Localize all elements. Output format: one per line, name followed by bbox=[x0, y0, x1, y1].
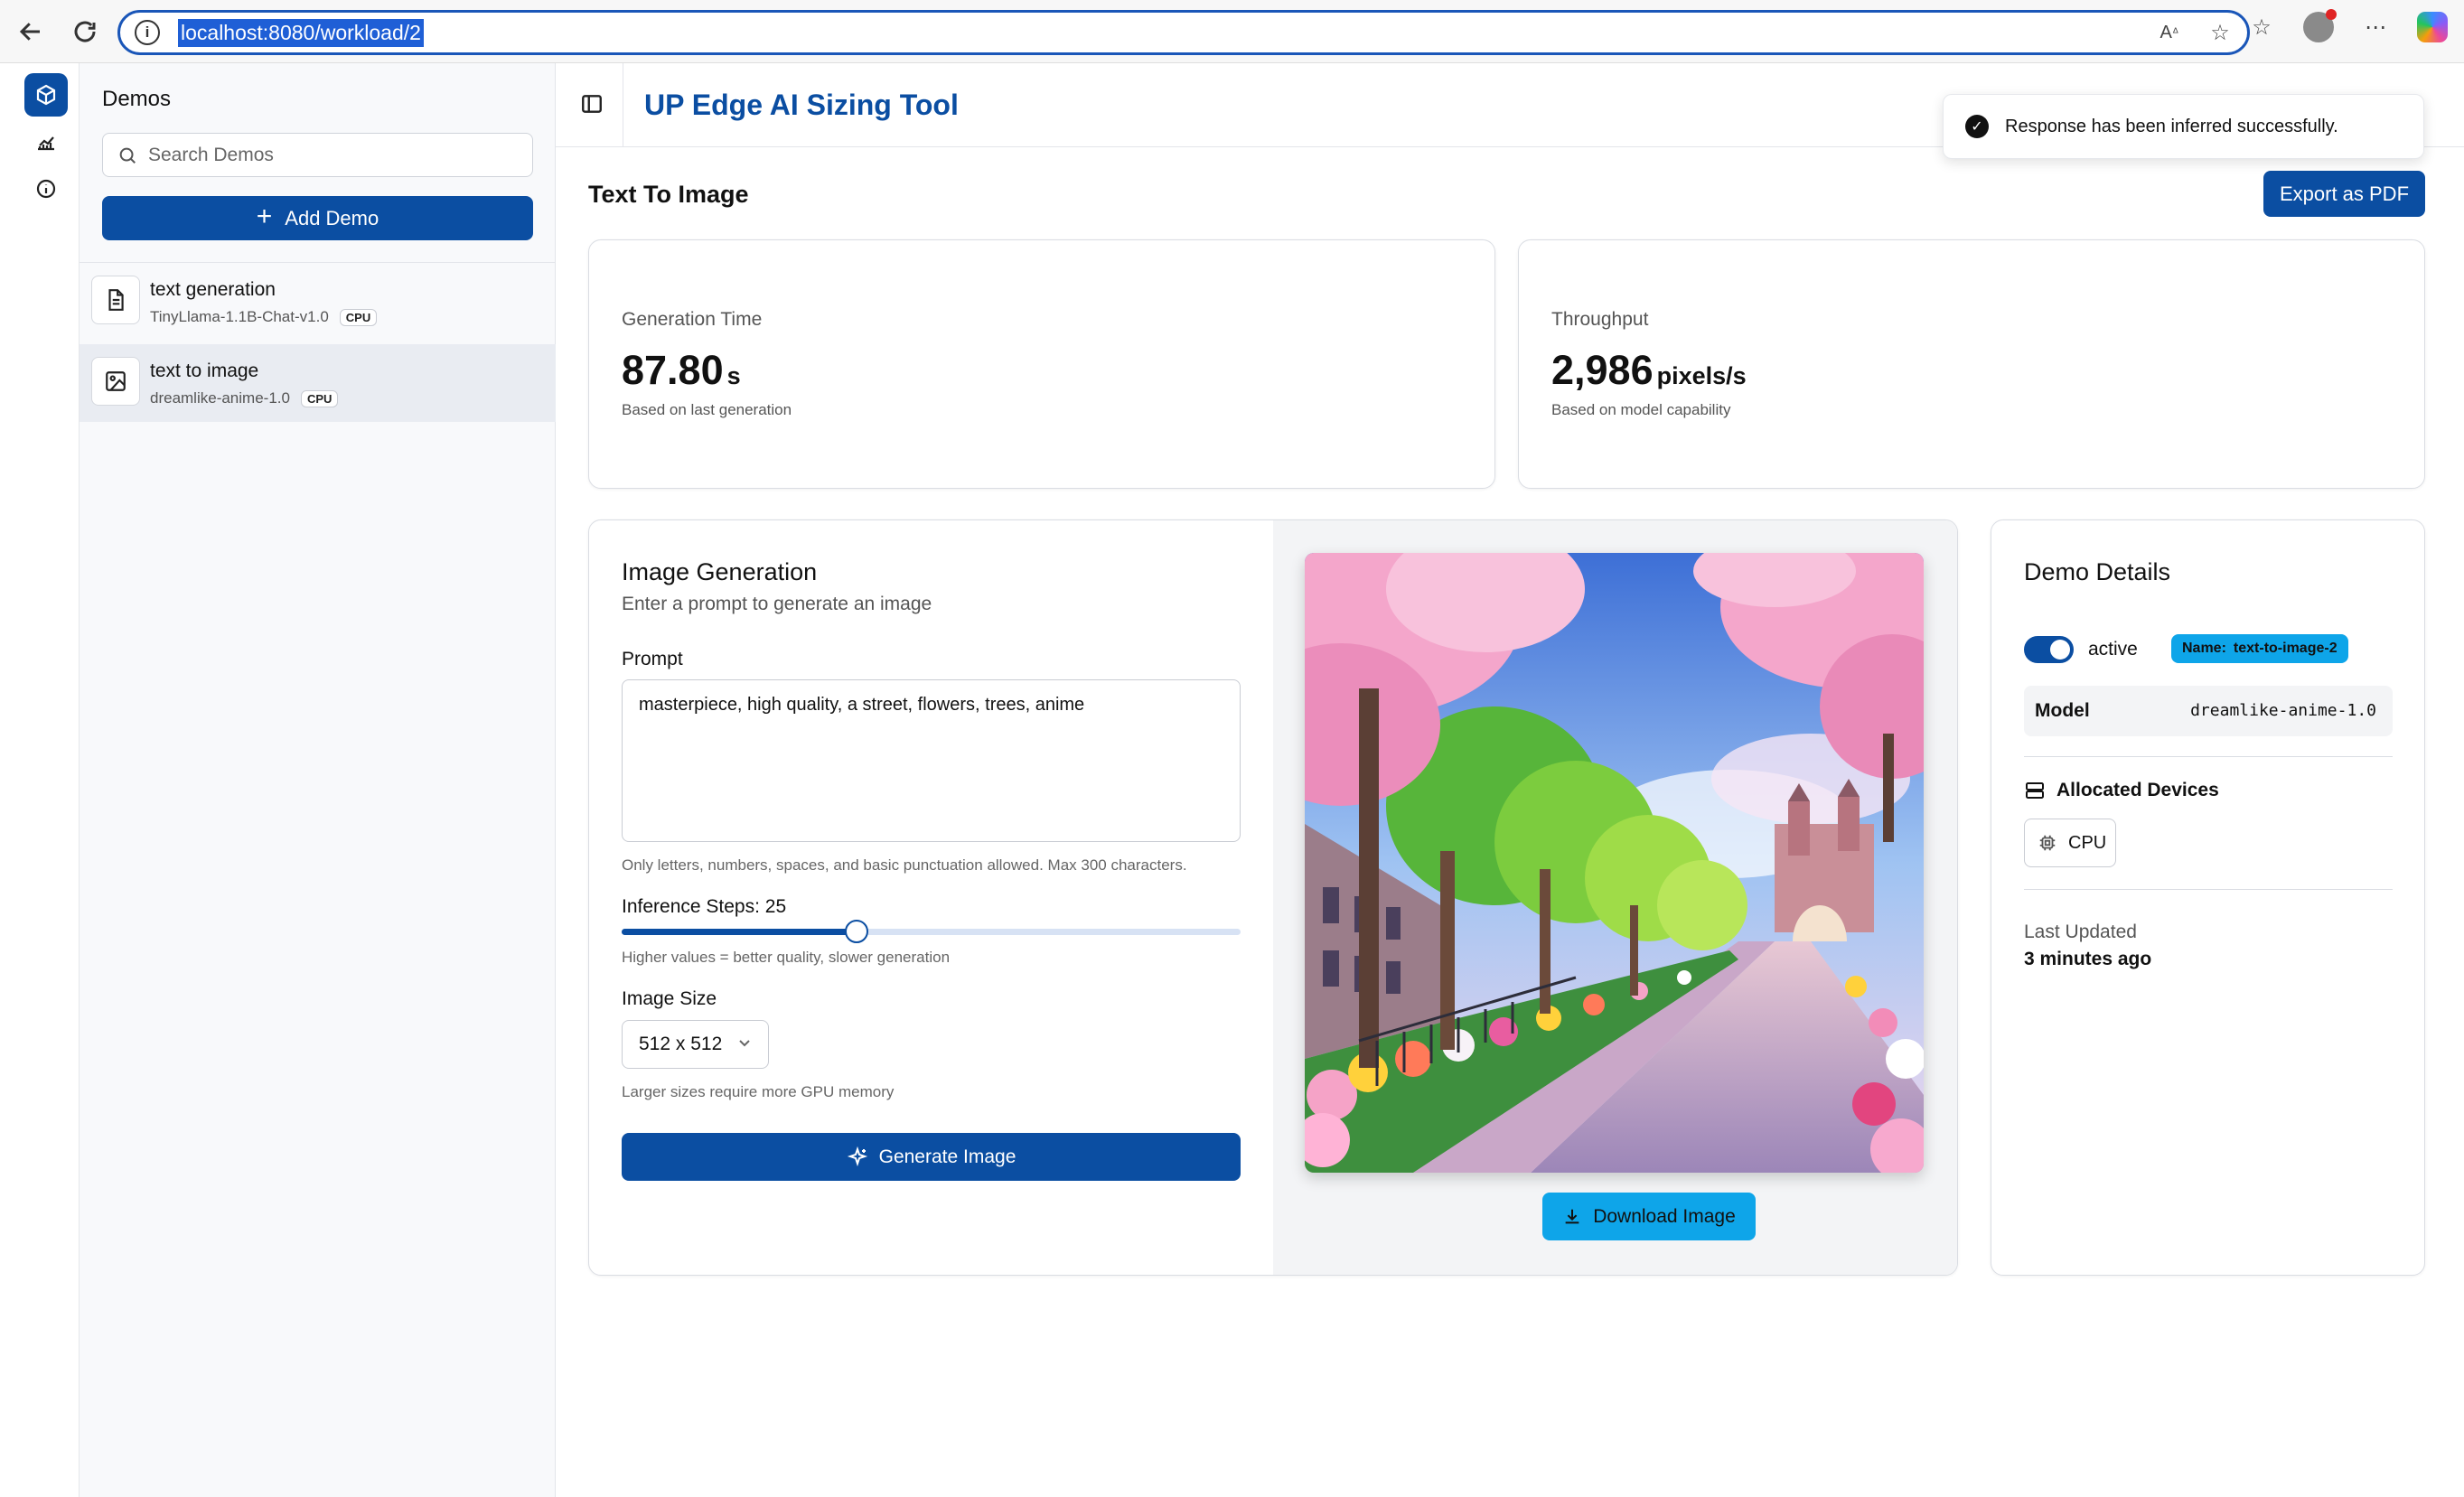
rail-analytics-button[interactable] bbox=[24, 120, 68, 164]
status-text: active bbox=[2088, 639, 2138, 660]
main-content: UP Edge AI Sizing Tool ✓ Response has be… bbox=[556, 63, 2464, 1497]
success-toast: ✓ Response has been inferred successfull… bbox=[1943, 94, 2424, 159]
prompt-textarea[interactable]: masterpiece, high quality, a street, flo… bbox=[622, 679, 1241, 842]
name-value: text-to-image-2 bbox=[2233, 641, 2338, 656]
demo-item-text-to-image[interactable]: text to image dreamlike-anime-1.0 CPU bbox=[80, 344, 556, 422]
download-label: Download Image bbox=[1593, 1205, 1736, 1227]
active-toggle[interactable] bbox=[2024, 636, 2074, 663]
device-badge: CPU bbox=[339, 308, 378, 326]
device-badge: CPU bbox=[300, 389, 339, 407]
chart-line-icon bbox=[38, 136, 54, 151]
generated-image bbox=[1305, 553, 1924, 1173]
metric-label: Generation Time bbox=[622, 309, 763, 330]
image-generation-card: Image Generation Enter a prompt to gener… bbox=[588, 519, 1958, 1276]
demo-name: text to image bbox=[150, 360, 259, 381]
divider bbox=[2024, 756, 2393, 757]
copilot-icon[interactable] bbox=[2417, 12, 2448, 42]
cpu-icon bbox=[2039, 835, 2056, 851]
add-demo-label: Add Demo bbox=[285, 206, 379, 229]
model-row: Model dreamlike-anime-1.0 bbox=[2024, 686, 2393, 736]
add-demo-button[interactable]: + Add Demo bbox=[102, 196, 533, 240]
prompt-label: Prompt bbox=[622, 649, 683, 669]
page-title: Text To Image bbox=[588, 181, 749, 208]
steps-slider[interactable] bbox=[622, 920, 1241, 943]
rail-info-button[interactable] bbox=[24, 167, 68, 211]
section-title: Demo Details bbox=[2024, 558, 2171, 585]
back-icon[interactable] bbox=[7, 8, 54, 55]
steps-hint: Higher values = better quality, slower g… bbox=[622, 949, 951, 966]
generate-image-button[interactable]: Generate Image bbox=[622, 1133, 1241, 1181]
last-updated-value: 3 minutes ago bbox=[2024, 949, 2152, 969]
name-key: Name: bbox=[2182, 641, 2226, 656]
toast-message: Response has been inferred successfully. bbox=[2005, 116, 2338, 136]
favorite-star-icon[interactable]: ☆ bbox=[2206, 18, 2234, 47]
site-info-icon[interactable]: i bbox=[135, 20, 160, 45]
profile-avatar[interactable] bbox=[2303, 9, 2337, 42]
download-icon bbox=[1565, 1209, 1579, 1223]
slider-thumb[interactable] bbox=[845, 920, 869, 943]
throughput-card: Throughput 2,986 pixels/s Based on model … bbox=[1518, 239, 2425, 489]
more-menu-icon[interactable]: ⋯ bbox=[2361, 13, 2390, 42]
check-circle-icon: ✓ bbox=[1965, 115, 1989, 138]
image-size-select[interactable]: 512 x 512 bbox=[622, 1020, 769, 1069]
plus-icon: + bbox=[256, 201, 273, 231]
divider bbox=[2024, 889, 2393, 890]
demo-model: TinyLlama-1.1B-Chat-v1.0 bbox=[150, 308, 329, 325]
rail-demos-button[interactable] bbox=[24, 73, 68, 117]
app-title: UP Edge AI Sizing Tool bbox=[644, 89, 959, 121]
icon-rail bbox=[0, 63, 80, 1497]
model-value: dreamlike-anime-1.0 bbox=[2190, 701, 2376, 720]
metric-value: 87.80 s bbox=[622, 347, 741, 393]
device-chip-cpu: CPU bbox=[2024, 819, 2116, 867]
file-text-icon bbox=[91, 276, 140, 324]
steps-label: Inference Steps: 25 bbox=[622, 896, 787, 917]
reload-icon[interactable] bbox=[61, 8, 108, 55]
section-title: Image Generation bbox=[622, 558, 818, 585]
last-updated-label: Last Updated bbox=[2024, 922, 2137, 942]
read-aloud-icon[interactable]: Aᐞ bbox=[2155, 18, 2184, 47]
allocated-devices-label: Allocated Devices bbox=[2056, 780, 2219, 800]
chevron-down-icon bbox=[737, 1034, 752, 1048]
cube-icon bbox=[36, 84, 56, 106]
model-label: Model bbox=[2035, 700, 2090, 721]
search-box[interactable] bbox=[102, 133, 533, 177]
size-value: 512 x 512 bbox=[639, 1034, 723, 1054]
generate-label: Generate Image bbox=[878, 1146, 1017, 1167]
demo-model: dreamlike-anime-1.0 bbox=[150, 389, 290, 407]
size-hint: Larger sizes require more GPU memory bbox=[622, 1083, 895, 1100]
search-input[interactable] bbox=[148, 144, 510, 166]
slider-fill bbox=[622, 929, 857, 935]
demo-name: text generation bbox=[150, 279, 276, 300]
device-name: CPU bbox=[2068, 832, 2107, 853]
address-bar[interactable]: i localhost:8080/workload/2 Aᐞ ☆ bbox=[117, 10, 2250, 55]
browser-toolbar: i localhost:8080/workload/2 Aᐞ ☆ ☆ ⋯ bbox=[0, 0, 2464, 63]
sidebar-toggle-icon[interactable] bbox=[580, 92, 605, 117]
metric-value: 2,986 pixels/s bbox=[1551, 347, 1747, 393]
url-text[interactable]: localhost:8080/workload/2 bbox=[178, 18, 424, 47]
allocated-devices-heading: Allocated Devices bbox=[2024, 780, 2219, 801]
section-subtitle: Enter a prompt to generate an image bbox=[622, 594, 932, 614]
name-badge: Name: text-to-image-2 bbox=[2171, 634, 2348, 663]
metric-label: Throughput bbox=[1551, 309, 1649, 330]
metric-note: Based on model capability bbox=[1551, 401, 1731, 418]
favorites-icon[interactable]: ☆ bbox=[2247, 13, 2276, 42]
export-pdf-button[interactable]: Export as PDF bbox=[2263, 171, 2425, 217]
sparkles-icon bbox=[847, 1146, 867, 1166]
demos-title: Demos bbox=[102, 87, 172, 111]
demos-sidebar: Demos + Add Demo text generation TinyLla… bbox=[80, 63, 556, 1497]
demo-details-card: Demo Details active Name: text-to-image-… bbox=[1991, 519, 2425, 1276]
metric-note: Based on last generation bbox=[622, 401, 792, 418]
search-icon bbox=[119, 147, 136, 164]
info-icon bbox=[36, 179, 56, 199]
demo-item-text-generation[interactable]: text generation TinyLlama-1.1B-Chat-v1.0… bbox=[80, 263, 556, 341]
generation-time-card: Generation Time 87.80 s Based on last gen… bbox=[588, 239, 1495, 489]
prompt-hint: Only letters, numbers, spaces, and basic… bbox=[622, 856, 1187, 874]
server-icon bbox=[2026, 782, 2044, 799]
download-image-button[interactable]: Download Image bbox=[1542, 1193, 1756, 1240]
size-label: Image Size bbox=[622, 988, 717, 1009]
image-icon bbox=[91, 357, 140, 406]
